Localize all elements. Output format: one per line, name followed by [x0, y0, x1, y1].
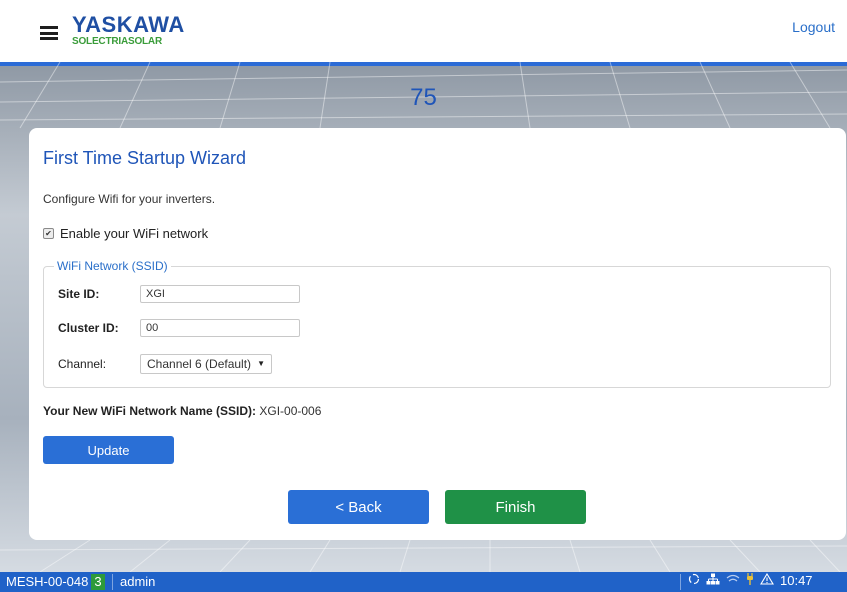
new-ssid-line: Your New WiFi Network Name (SSID): XGI-0…: [43, 404, 321, 418]
clock-time: 10:47: [780, 573, 813, 588]
status-divider: [112, 574, 113, 590]
app-header: YASKAWA SOLECTRIASOLAR Logout: [0, 0, 847, 62]
warning-icon: [760, 572, 774, 588]
cluster-id-row: Cluster ID: 00: [58, 319, 300, 337]
dropdown-caret-icon: ▼: [257, 359, 265, 368]
wizard-description: Configure Wifi for your inverters.: [43, 192, 216, 206]
channel-select[interactable]: Channel 6 (Default) ▼: [140, 354, 272, 374]
device-name: MESH-00-048: [6, 574, 89, 589]
current-user: admin: [120, 574, 156, 589]
new-ssid-label: Your New WiFi Network Name (SSID):: [43, 404, 257, 418]
logo-sub-text: SOLECTRIASOLAR: [72, 36, 162, 47]
plug-icon: [746, 573, 754, 588]
finish-button[interactable]: Finish: [445, 490, 586, 524]
network-icon: [706, 573, 720, 588]
hamburger-menu-icon[interactable]: [40, 26, 58, 40]
status-bar: MESH-00-048 3 admin 10:47: [0, 572, 847, 592]
status-divider: [680, 574, 681, 590]
logo-main-text: YASKAWA: [72, 12, 185, 37]
site-id-label: Site ID:: [58, 287, 100, 301]
enable-wifi-row: ✔ Enable your WiFi network: [43, 226, 208, 241]
cluster-id-input[interactable]: 00: [140, 319, 300, 337]
status-icons: 10:47: [688, 572, 813, 588]
enable-wifi-checkbox[interactable]: ✔: [43, 228, 54, 239]
logout-link[interactable]: Logout: [792, 19, 835, 35]
wifi-network-fieldset: WiFi Network (SSID) Site ID: XGI Cluster…: [43, 259, 831, 388]
fieldset-legend: WiFi Network (SSID): [54, 259, 171, 273]
wizard-card: First Time Startup Wizard Configure Wifi…: [29, 128, 846, 540]
back-button[interactable]: < Back: [288, 490, 429, 524]
channel-selected-value: Channel 6 (Default): [147, 357, 252, 371]
channel-row: Channel: Channel 6 (Default) ▼: [58, 354, 272, 374]
enable-wifi-label: Enable your WiFi network: [60, 226, 209, 241]
site-id-row: Site ID: XGI: [58, 285, 300, 303]
site-id-input[interactable]: XGI: [140, 285, 300, 303]
progress-percent: 75: [410, 84, 437, 111]
wifi-icon: [726, 573, 740, 588]
page-title: First Time Startup Wizard: [43, 148, 247, 168]
cluster-id-label: Cluster ID:: [58, 321, 119, 335]
sync-icon: [688, 573, 700, 588]
channel-label: Channel:: [58, 357, 107, 371]
new-ssid-value: XGI-00-006: [259, 404, 322, 418]
device-count-badge: 3: [91, 574, 105, 590]
company-logo: YASKAWA SOLECTRIASOLAR: [72, 12, 185, 47]
update-button[interactable]: Update: [43, 436, 174, 464]
